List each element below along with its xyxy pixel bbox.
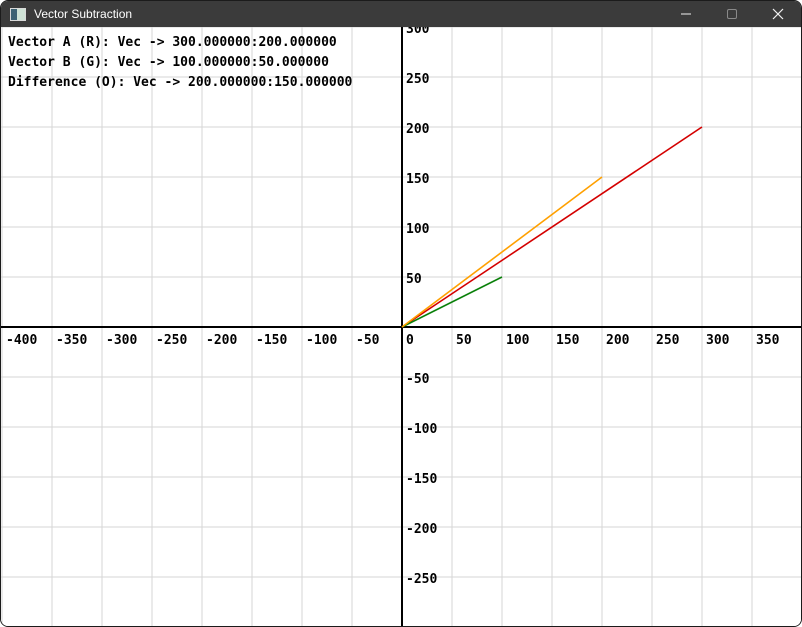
plot-area: -400 -350 -300 -250 -200 -150 -100 -50 0 50 100 150…	[1, 27, 801, 626]
info-line-vector-a: Vector A (R): Vec -> 300.000000:200.0000…	[8, 33, 352, 53]
y-tick-label: -200	[406, 523, 437, 536]
x-tick-label: 50	[456, 334, 472, 347]
minimize-button[interactable]	[663, 1, 709, 27]
y-tick-label: 250	[406, 73, 429, 86]
x-tick-label: 150	[556, 334, 579, 347]
x-tick-label: -250	[156, 334, 187, 347]
x-tick-label: -150	[256, 334, 287, 347]
close-button[interactable]	[755, 1, 801, 27]
y-tick-label: 50	[406, 273, 422, 286]
x-tick-label: -400	[6, 334, 37, 347]
window-title: Vector Subtraction	[34, 7, 663, 21]
x-tick-label: 100	[506, 334, 529, 347]
y-tick-label: 100	[406, 223, 429, 236]
y-tick-label: -50	[406, 373, 429, 386]
minimize-icon	[680, 8, 692, 20]
close-icon	[772, 8, 784, 20]
window-controls	[663, 1, 801, 27]
y-tick-label: 300	[406, 27, 429, 36]
x-tick-label: -300	[106, 334, 137, 347]
app-icon-right-pane	[17, 9, 25, 20]
x-tick-label: 0	[406, 334, 414, 347]
x-tick-label: 300	[706, 334, 729, 347]
vector-info: Vector A (R): Vec -> 300.000000:200.0000…	[8, 33, 352, 93]
y-tick-label: -100	[406, 423, 437, 436]
y-tick-label: 150	[406, 173, 429, 186]
vector-plot	[1, 27, 801, 626]
x-tick-label: 200	[606, 334, 629, 347]
x-tick-label: -200	[206, 334, 237, 347]
app-icon	[10, 8, 26, 21]
x-tick-label: -350	[56, 334, 87, 347]
x-tick-label: -50	[356, 334, 379, 347]
x-tick-label: 250	[656, 334, 679, 347]
y-tick-label: 200	[406, 123, 429, 136]
x-tick-label: 350	[756, 334, 779, 347]
title-bar[interactable]: Vector Subtraction	[1, 1, 801, 27]
info-line-difference: Difference (O): Vec -> 200.000000:150.00…	[8, 73, 352, 93]
x-tick-label: -100	[306, 334, 337, 347]
app-window: Vector Subtraction -400-350-300-25	[0, 0, 802, 627]
y-tick-label: -150	[406, 473, 437, 486]
maximize-button[interactable]	[709, 1, 755, 27]
maximize-icon	[726, 8, 738, 20]
y-tick-label: -250	[406, 573, 437, 586]
info-line-vector-b: Vector B (G): Vec -> 100.000000:50.00000…	[8, 53, 352, 73]
